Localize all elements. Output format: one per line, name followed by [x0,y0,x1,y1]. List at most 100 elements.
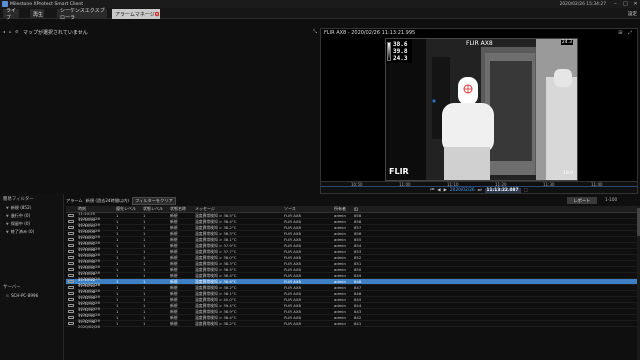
table-cell: 1 [116,237,119,242]
back-icon[interactable]: ◂ [3,30,7,34]
tab-label: アラームマネージャ [115,11,160,18]
date-display[interactable]: 2020/02/26 [450,188,475,193]
timeline[interactable]: 10:50 11:00 11:10 11:20 11:30 11:40 ⏮ ◀ … [321,181,637,193]
table-header: 時刻 優先レベル 状態レベル 状態名称 メッセージ ソース 所有者 ID [66,206,638,213]
table-cell: FLIR AX8 [284,231,301,236]
video-header: FLIR AX8 - 2020/02/26 11:13:21.995 ⊞ ⤢ [321,29,637,37]
settings-icon[interactable]: ⚙ [15,30,19,34]
table-cell: 842 [354,315,362,320]
table-cell: 843 [354,309,362,314]
quick-filter-heading: 簡易フィルター [3,197,34,202]
tab-alarm-manager[interactable]: アラームマネージャ × [112,9,160,19]
camera-icon [66,231,78,236]
filter-label: 終了済み (0) [10,229,35,234]
home-icon[interactable]: ⌂ [9,30,13,34]
setup-button[interactable]: 設定 [628,11,637,17]
column-header[interactable]: ソース [284,206,334,212]
table-cell: 857 [354,225,362,230]
table-cell: FLIR AX8 [284,279,301,284]
close-icon[interactable]: ✕ [633,1,638,7]
table-cell: 1 [143,297,146,302]
report-button[interactable]: レポート [567,197,597,204]
table-cell: 1 [116,219,119,224]
tab-sequence-explorer[interactable]: シーケンスエクスプローラ [57,8,107,21]
temperature-scale: 38.6 39.8 24.3 [386,39,412,63]
column-header[interactable]: 状態レベル [143,206,170,212]
clear-filter-button[interactable]: フィルターをクリア [132,197,176,205]
table-cell: 858 [354,219,362,224]
table-cell: admin [334,267,346,272]
minimize-icon[interactable]: – [613,1,618,7]
column-header[interactable]: 所有者 [334,206,354,212]
table-cell: 850 [354,267,362,272]
table-cell: admin [334,315,346,320]
table-cell: admin [334,297,346,302]
filter-item-closed[interactable]: ▼ 終了済み (0) [0,228,63,236]
table-cell: 855 [354,237,362,242]
table-cell: 856 [354,231,362,236]
alarm-toolbar: アラーム 新規 (過去24時間以内) フィルターをクリア [66,197,638,205]
table-cell: 1 [116,309,119,314]
clock: 2020/02/26 15:34:27 [559,1,606,7]
video-controls-icon[interactable]: ⊞ ⤢ [618,30,634,36]
table-cell: 1 [116,315,119,320]
tab-live[interactable]: ライブ [3,8,19,21]
table-cell: admin [334,279,346,284]
table-cell: 1 [143,231,146,236]
filter-item-in-progress[interactable]: ▼ 進行中 (0) [0,212,63,220]
export-icon[interactable]: ⬚ [524,188,528,193]
camera-icon [66,213,78,218]
tab-label: シーケンスエクスプローラ [60,8,105,21]
table-cell: 1 [116,279,119,284]
tab-close-icon[interactable]: × [155,11,159,16]
table-cell: 1 [116,297,119,302]
maximize-icon[interactable]: □ [623,1,628,7]
table-cell: admin [334,219,346,224]
skip-forward-icon[interactable]: ⏭ [478,188,482,193]
skip-back-icon[interactable]: ⏮ [430,188,434,193]
table-cell: admin [334,255,346,260]
server-icon: ⊟ [6,293,9,298]
left-panel: 簡易フィルター ▼ 新規 (852) ▼ 進行中 (0) ▼ 保留中 (0) ▼ 終了済… [0,194,64,360]
camera-icon [66,249,78,254]
camera-icon [66,261,78,266]
tab-playback[interactable]: 再生 [30,9,44,19]
current-time: 11:13:22.087 [484,188,521,193]
video-title: FLIR AX8 - 2020/02/26 11:13:21.995 [324,30,416,36]
table-cell: 1 [143,261,146,266]
table-cell: 1 [116,267,119,272]
play-forward-icon[interactable]: ▶ [444,188,447,193]
camera-icon [66,225,78,230]
filter-icon: ▼ [6,222,9,226]
video-pane[interactable]: FLIR AX8 - 2020/02/26 11:13:21.995 ⊞ ⤢ 3… [320,28,638,194]
filter-icon: ▼ [6,214,9,218]
window-controls: – □ ✕ [613,0,638,8]
camera-icon [66,309,78,314]
column-header[interactable]: ID [354,207,394,212]
table-cell: 846 [354,291,362,296]
table-cell: admin [334,273,346,278]
table-cell: 1 [143,303,146,308]
filter-item-new[interactable]: ▼ 新規 (852) [0,204,63,212]
table-cell: admin [334,231,346,236]
table-cell: FLIR AX8 [284,309,301,314]
table-cell: FLIR AX8 [284,219,301,224]
column-header[interactable]: メッセージ [195,206,284,212]
table-cell: admin [334,213,346,218]
column-header[interactable]: 優先レベル [116,206,143,212]
camera-icon [66,279,78,284]
table-cell: admin [334,309,346,314]
play-back-icon[interactable]: ◀ [437,188,440,193]
table-cell: 1 [143,267,146,272]
alarm-table: 時刻 優先レベル 状態レベル 状態名称 メッセージ ソース 所有者 ID 11:… [66,206,638,360]
server-item[interactable]: ⊟ SCH-PC-8996 [0,292,63,299]
table-cell: FLIR AX8 [284,291,301,296]
table-row[interactable]: 11:12:36 2020/02/26 1 1 新規 温度異常検知 > 38.2°C FL… [66,319,638,329]
table-cell: admin [334,243,346,248]
workspace-tabs: ライブ 再生 シーケンスエクスプローラ アラームマネージャ × 設定 [0,8,640,21]
table-cell: 1 [143,255,146,260]
expand-icon[interactable]: ⤡ [313,29,317,35]
table-cell: admin [334,285,346,290]
filter-item-on-hold[interactable]: ▼ 保留中 (0) [0,220,63,228]
column-header[interactable]: 状態名称 [170,206,195,212]
